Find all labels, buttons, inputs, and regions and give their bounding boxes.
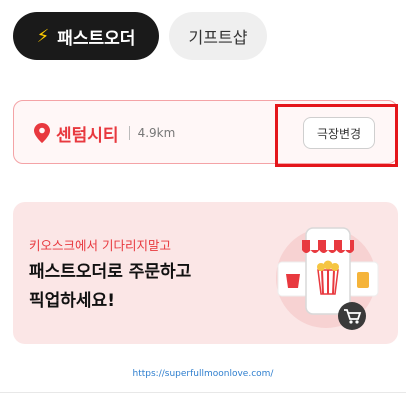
divider	[128, 126, 130, 140]
theater-info: 센텀시티 4.9km	[34, 101, 175, 165]
tab-gift-shop-label: 기프트샵	[188, 28, 248, 47]
theater-distance: 4.9km	[137, 126, 176, 140]
banner-title-line1: 패스트오더로 주문하고	[29, 262, 192, 282]
banner-title: 패스트오더로 주문하고 픽업하세요!	[29, 258, 191, 316]
tab-gift-shop[interactable]: 기프트샵	[169, 12, 267, 60]
tab-fast-order-label: 패스트오더	[57, 28, 136, 49]
theater-name: 센텀시티	[56, 125, 119, 146]
promo-banner[interactable]: 키오스크에서 기다리지말고 패스트오더로 주문하고 픽업하세요!	[13, 202, 398, 344]
highlight-annotation-box	[275, 104, 398, 167]
tab-fast-order[interactable]: ⚡ 패스트오더	[13, 12, 159, 60]
order-type-tabs: ⚡ 패스트오더 기프트샵	[13, 12, 267, 60]
lightning-icon: ⚡	[36, 25, 50, 47]
banner-subtitle: 키오스크에서 기다리지말고	[29, 238, 171, 253]
phone-store-illustration	[276, 227, 379, 330]
watermark-url: https://superfullmoonlove.com/	[132, 369, 274, 379]
banner-title-line2: 픽업하세요!	[29, 291, 115, 311]
bottom-divider	[0, 392, 406, 393]
location-pin-icon	[34, 123, 50, 143]
